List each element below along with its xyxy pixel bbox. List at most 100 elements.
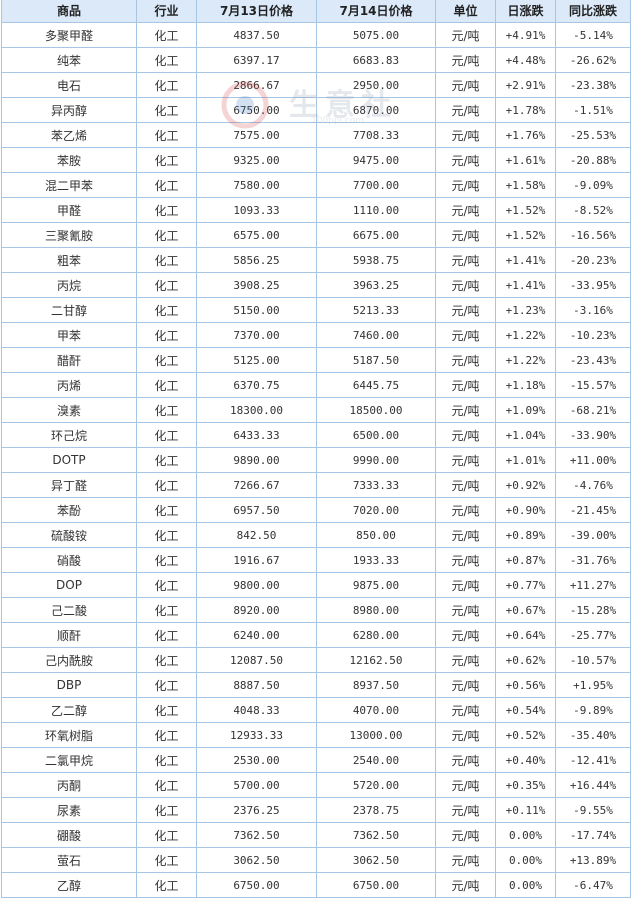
commodity-cell[interactable]: 甲苯 [1, 322, 137, 348]
header-price-jul13[interactable]: 7月13日价格 [196, 0, 317, 23]
table-row: DOTP 化工 9890.00 9990.00 元/吨 +1.01% +11.00% [1, 447, 631, 473]
industry-cell: 化工 [136, 572, 197, 598]
commodity-cell[interactable]: 乙醇 [1, 872, 137, 898]
price-jul13-cell: 8920.00 [196, 597, 317, 623]
commodity-cell[interactable]: 溴素 [1, 397, 137, 423]
industry-cell: 化工 [136, 672, 197, 698]
header-yoy-change[interactable]: 同比涨跌 [555, 0, 631, 23]
price-jul14-cell: 5938.75 [316, 247, 436, 273]
commodity-cell[interactable]: 甲醛 [1, 197, 137, 223]
price-jul14-cell: 18500.00 [316, 397, 436, 423]
price-jul13-cell: 6957.50 [196, 497, 317, 523]
commodity-cell[interactable]: 硼酸 [1, 822, 137, 848]
daily-change-cell: +0.40% [495, 747, 556, 773]
commodity-cell[interactable]: 苯胺 [1, 147, 137, 173]
commodity-cell[interactable]: 粗苯 [1, 247, 137, 273]
commodity-cell[interactable]: 二氯甲烷 [1, 747, 137, 773]
commodity-cell[interactable]: DBP [1, 672, 137, 698]
yoy-change-cell: -8.52% [555, 197, 631, 223]
commodity-cell[interactable]: DOP [1, 572, 137, 598]
price-jul13-cell: 6575.00 [196, 222, 317, 248]
yoy-change-cell: -10.57% [555, 647, 631, 673]
header-daily-change[interactable]: 日涨跌 [495, 0, 556, 23]
commodity-cell[interactable]: 异丙醇 [1, 97, 137, 123]
industry-cell: 化工 [136, 122, 197, 148]
industry-cell: 化工 [136, 722, 197, 748]
commodity-cell[interactable]: 丙烷 [1, 272, 137, 298]
table-row: 苯乙烯 化工 7575.00 7708.33 元/吨 +1.76% -25.53% [1, 122, 631, 148]
price-jul13-cell: 6240.00 [196, 622, 317, 648]
industry-cell: 化工 [136, 472, 197, 498]
price-jul13-cell: 1093.33 [196, 197, 317, 223]
daily-change-cell: 0.00% [495, 872, 556, 898]
header-commodity[interactable]: 商品 [1, 0, 137, 23]
industry-cell: 化工 [136, 497, 197, 523]
yoy-change-cell: -20.23% [555, 247, 631, 273]
header-price-jul14[interactable]: 7月14日价格 [316, 0, 436, 23]
daily-change-cell: +1.58% [495, 172, 556, 198]
commodity-cell[interactable]: 环氧树脂 [1, 722, 137, 748]
commodity-cell[interactable]: 三聚氰胺 [1, 222, 137, 248]
commodity-cell[interactable]: 尿素 [1, 797, 137, 823]
daily-change-cell: +4.48% [495, 47, 556, 73]
price-jul14-cell: 5720.00 [316, 772, 436, 798]
yoy-change-cell: -17.74% [555, 822, 631, 848]
price-jul13-cell: 18300.00 [196, 397, 317, 423]
commodity-cell[interactable]: 苯酚 [1, 497, 137, 523]
daily-change-cell: +0.52% [495, 722, 556, 748]
price-jul14-cell: 7700.00 [316, 172, 436, 198]
header-industry[interactable]: 行业 [136, 0, 197, 23]
unit-cell: 元/吨 [435, 697, 496, 723]
commodity-cell[interactable]: 乙二醇 [1, 697, 137, 723]
daily-change-cell: +0.64% [495, 622, 556, 648]
price-jul13-cell: 6750.00 [196, 872, 317, 898]
price-jul13-cell: 8887.50 [196, 672, 317, 698]
yoy-change-cell: +1.95% [555, 672, 631, 698]
commodity-cell[interactable]: 环己烷 [1, 422, 137, 448]
price-jul13-cell: 9800.00 [196, 572, 317, 598]
commodity-cell[interactable]: 混二甲苯 [1, 172, 137, 198]
industry-cell: 化工 [136, 347, 197, 373]
commodity-cell[interactable]: 萤石 [1, 847, 137, 873]
unit-cell: 元/吨 [435, 22, 496, 48]
commodity-cell[interactable]: 硝酸 [1, 547, 137, 573]
price-jul13-cell: 3908.25 [196, 272, 317, 298]
commodity-cell[interactable]: 多聚甲醛 [1, 22, 137, 48]
daily-change-cell: +2.91% [495, 72, 556, 98]
commodity-cell[interactable]: 苯乙烯 [1, 122, 137, 148]
commodity-cell[interactable]: 纯苯 [1, 47, 137, 73]
table-row: 萤石 化工 3062.50 3062.50 元/吨 0.00% +13.89% [1, 847, 631, 873]
price-jul13-cell: 1916.67 [196, 547, 317, 573]
yoy-change-cell: -16.56% [555, 222, 631, 248]
yoy-change-cell: -25.77% [555, 622, 631, 648]
commodity-cell[interactable]: 己内酰胺 [1, 647, 137, 673]
daily-change-cell: +0.54% [495, 697, 556, 723]
commodity-cell[interactable]: 硫酸铵 [1, 522, 137, 548]
commodity-cell[interactable]: 丙酮 [1, 772, 137, 798]
price-jul13-cell: 5700.00 [196, 772, 317, 798]
industry-cell: 化工 [136, 222, 197, 248]
price-jul13-cell: 4837.50 [196, 22, 317, 48]
commodity-cell[interactable]: 醋酐 [1, 347, 137, 373]
unit-cell: 元/吨 [435, 247, 496, 273]
price-jul14-cell: 2378.75 [316, 797, 436, 823]
yoy-change-cell: -35.40% [555, 722, 631, 748]
commodity-cell[interactable]: 电石 [1, 72, 137, 98]
commodity-cell[interactable]: 丙烯 [1, 372, 137, 398]
industry-cell: 化工 [136, 147, 197, 173]
price-jul14-cell: 9875.00 [316, 572, 436, 598]
commodity-cell[interactable]: 顺酐 [1, 622, 137, 648]
table-row: 苯酚 化工 6957.50 7020.00 元/吨 +0.90% -21.45% [1, 497, 631, 523]
industry-cell: 化工 [136, 547, 197, 573]
price-jul13-cell: 7580.00 [196, 172, 317, 198]
price-jul13-cell: 2376.25 [196, 797, 317, 823]
table-row: 环氧树脂 化工 12933.33 13000.00 元/吨 +0.52% -35.40% [1, 722, 631, 748]
commodity-cell[interactable]: DOTP [1, 447, 137, 473]
commodity-cell[interactable]: 己二酸 [1, 597, 137, 623]
price-jul14-cell: 9990.00 [316, 447, 436, 473]
commodity-cell[interactable]: 异丁醛 [1, 472, 137, 498]
daily-change-cell: +1.61% [495, 147, 556, 173]
unit-cell: 元/吨 [435, 222, 496, 248]
commodity-cell[interactable]: 二甘醇 [1, 297, 137, 323]
header-unit[interactable]: 单位 [435, 0, 496, 23]
